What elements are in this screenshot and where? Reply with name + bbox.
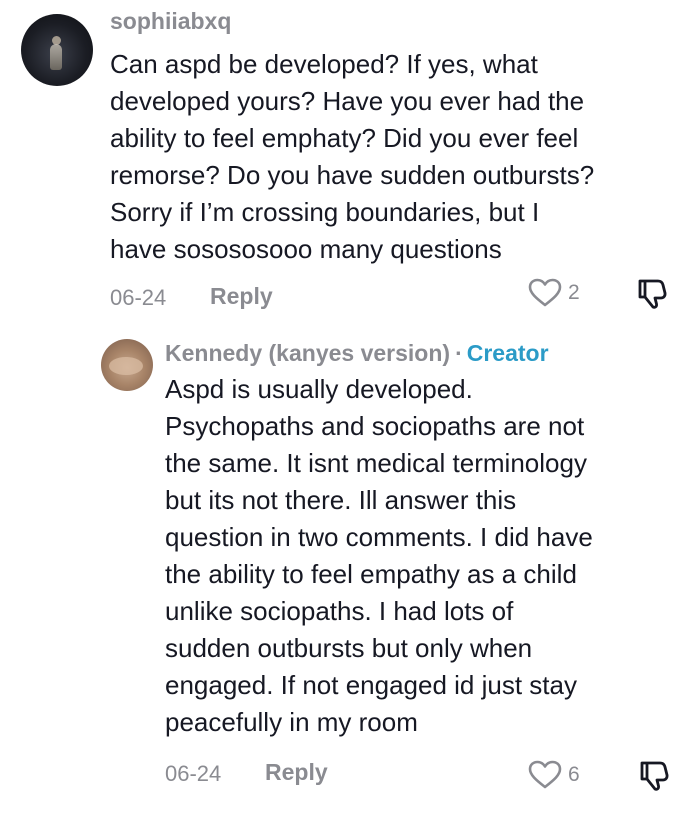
avatar-figure (50, 44, 62, 70)
comment-line: remorse? Do you have sudden outbursts? (110, 160, 595, 190)
like-button[interactable]: 6 (528, 760, 580, 790)
reply-button[interactable]: Reply (210, 283, 273, 310)
comment-text: Can aspd be developed? If yes, what deve… (110, 46, 700, 268)
thumbs-down-icon[interactable] (638, 758, 674, 792)
reply-line: unlike sociopaths. I had lots of (165, 596, 514, 626)
comment-line: ability to feel emphaty? Did you ever fe… (110, 123, 579, 153)
reply-line: engaged. If not engaged id just stay (165, 670, 577, 700)
comment-line: have sosososooo many questions (110, 234, 502, 264)
comment-line: developed yours? Have you ever had the (110, 86, 585, 116)
reply-line: the ability to feel empathy as a child (165, 559, 577, 589)
reply-text: Aspd is usually developed. Psychopaths a… (165, 371, 695, 741)
reply-username-row: Kennedy (kanyes version) · Creator (165, 340, 549, 367)
heart-outline-icon[interactable] (528, 760, 562, 790)
reply-line: Aspd is usually developed. (165, 374, 473, 404)
dislike-button[interactable] (636, 276, 672, 310)
comment-line: Sorry if I’m crossing boundaries, but I (110, 197, 540, 227)
thumbs-down-icon[interactable] (636, 276, 672, 310)
separator-dot: · (455, 340, 463, 366)
reply-line: but its not there. Ill answer this (165, 485, 517, 515)
avatar[interactable] (21, 14, 93, 86)
comment-line: Can aspd be developed? If yes, what (110, 49, 538, 79)
avatar[interactable] (101, 339, 153, 391)
like-count: 2 (568, 281, 580, 304)
avatar-image (109, 357, 143, 375)
reply-line: sudden outbursts but only when (165, 633, 533, 663)
dislike-button[interactable] (638, 758, 674, 792)
reply-line: the same. It isnt medical terminology (165, 448, 587, 478)
comment-username[interactable]: sophiiabxq (110, 8, 231, 35)
reply-line: peacefully in my room (165, 707, 418, 737)
reply-username[interactable]: Kennedy (kanyes version) (165, 340, 450, 366)
like-count: 6 (568, 763, 580, 786)
like-button[interactable]: 2 (528, 278, 580, 308)
reply-button[interactable]: Reply (265, 759, 328, 786)
creator-badge: Creator (466, 340, 549, 366)
heart-outline-icon[interactable] (528, 278, 562, 308)
reply-line: question in two comments. I did have (165, 522, 593, 552)
reply-line: Psychopaths and sociopaths are not (165, 411, 585, 441)
comment-date: 06-24 (110, 285, 167, 310)
reply-date: 06-24 (165, 761, 222, 786)
